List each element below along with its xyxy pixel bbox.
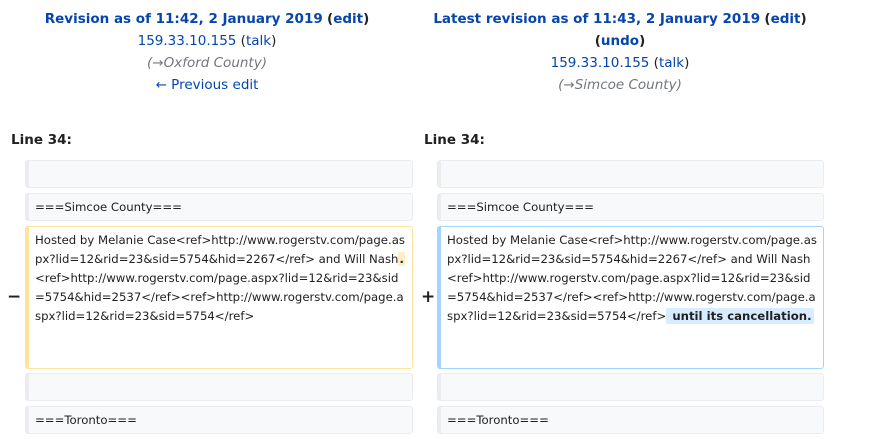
- old-context-empty-line: [25, 160, 413, 188]
- removed-text-highlight: .: [398, 252, 405, 266]
- paren-close: ): [800, 11, 807, 27]
- paren-close: ): [639, 33, 646, 49]
- undo-link[interactable]: undo: [601, 33, 639, 49]
- old-context-empty-line-2: [25, 373, 413, 401]
- paren-close: ): [261, 55, 267, 71]
- old-revision-header: Revision as of 11:42, 2 January 2019 (ed…: [0, 8, 414, 96]
- previous-edit-link[interactable]: ← Previous edit: [156, 77, 259, 93]
- new-revision-section-name: Simcoe County: [574, 77, 677, 93]
- new-revision-user-line: 159.33.10.155 (talk): [413, 52, 827, 74]
- old-revision-talk-link[interactable]: talk: [246, 33, 271, 49]
- paren-close: ): [271, 33, 277, 49]
- new-revision-edit-summary: (→Simcoe County): [413, 74, 827, 96]
- paren-close: ): [676, 77, 682, 93]
- paren-close: ): [363, 11, 370, 27]
- paren-close: ): [684, 55, 690, 71]
- new-context-empty-line-2: [437, 373, 824, 401]
- undo-line: (undo): [413, 30, 827, 52]
- new-revision-header: Latest revision as of 11:43, 2 January 2…: [413, 8, 827, 96]
- added-line: Hosted by Melanie Case<ref>http://www.ro…: [437, 226, 824, 369]
- removed-line-marker: −: [7, 287, 22, 307]
- new-context-heading: ===Simcoe County===: [437, 193, 824, 221]
- old-context-heading: ===Simcoe County===: [25, 193, 413, 221]
- new-revision-title-line: Latest revision as of 11:43, 2 January 2…: [413, 8, 827, 30]
- old-line-number: Line 34:: [11, 132, 72, 148]
- new-revision-edit-link[interactable]: edit: [771, 11, 801, 27]
- new-revision-section-arrow-link[interactable]: →: [563, 77, 574, 93]
- added-text-highlight: until its cancellation.: [666, 308, 814, 324]
- old-revision-user-link[interactable]: 159.33.10.155: [138, 33, 237, 49]
- old-revision-edit-link[interactable]: edit: [333, 11, 363, 27]
- removed-line-text: Hosted by Melanie Case<ref>http://www.ro…: [35, 233, 405, 266]
- new-revision-title-link[interactable]: Latest revision as of 11:43, 2 January 2…: [433, 11, 760, 27]
- removed-line: Hosted by Melanie Case<ref>http://www.ro…: [25, 226, 413, 369]
- new-context-heading-toronto: ===Toronto===: [437, 406, 824, 434]
- new-line-number: Line 34:: [424, 132, 485, 148]
- added-line-marker: +: [421, 287, 436, 307]
- old-revision-title-line: Revision as of 11:42, 2 January 2019 (ed…: [0, 8, 414, 30]
- old-revision-section-arrow-link[interactable]: →: [152, 55, 163, 71]
- new-revision-user-link[interactable]: 159.33.10.155: [551, 55, 650, 71]
- old-revision-edit-summary: (→Oxford County): [0, 52, 414, 74]
- removed-line-text-after: <ref>http://www.rogerstv.com/page.aspx?l…: [35, 271, 404, 323]
- old-context-heading-toronto: ===Toronto===: [25, 406, 413, 434]
- new-context-empty-line: [437, 160, 824, 188]
- old-revision-user-line: 159.33.10.155 (talk): [0, 30, 414, 52]
- new-revision-talk-link[interactable]: talk: [659, 55, 684, 71]
- old-revision-section-name: Oxford County: [163, 55, 262, 71]
- old-revision-title-link[interactable]: Revision as of 11:42, 2 January 2019: [45, 11, 323, 27]
